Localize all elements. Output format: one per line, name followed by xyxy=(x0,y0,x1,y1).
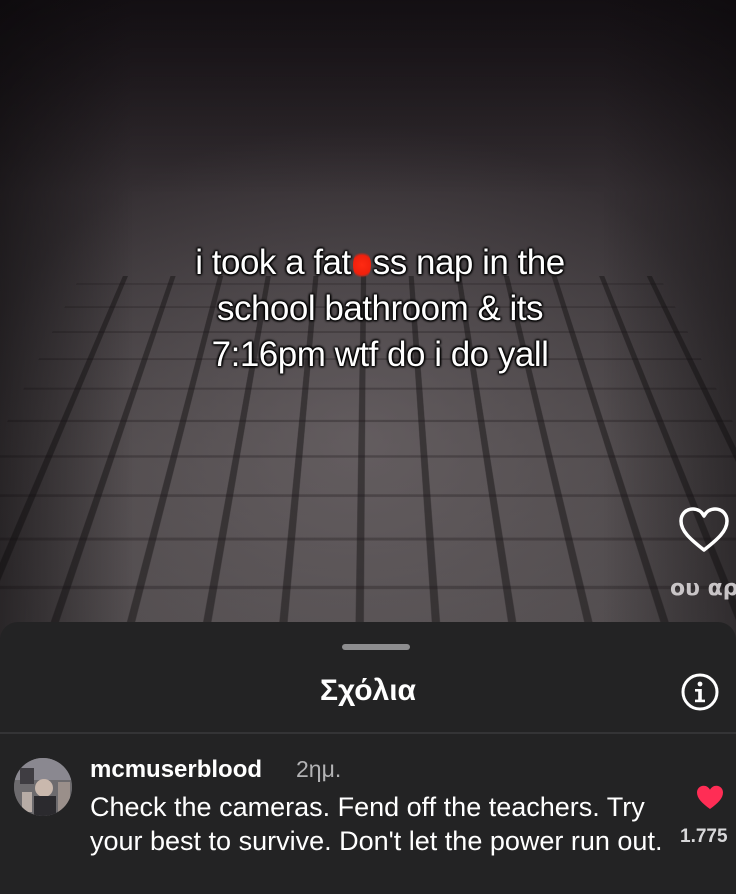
like-heart-icon[interactable] xyxy=(695,784,725,811)
comment-text: Check the cameras. Fend off the teachers… xyxy=(90,792,663,856)
caption-line-1: i took a fat ss nap in the xyxy=(120,240,640,286)
comments-title: Σχόλια xyxy=(320,674,416,707)
comment-item: mcmuserblood 2ημ. Check the cameras. Fen… xyxy=(0,750,736,894)
video-caption: i took a fat ss nap in the school bathroo… xyxy=(120,240,640,378)
avatar[interactable] xyxy=(14,758,72,816)
heart-outline-icon[interactable] xyxy=(678,506,730,554)
comments-sheet: Σχόλια mcmuserblood 2ημ. Check the camer… xyxy=(0,622,736,894)
like-count: 1.775 xyxy=(680,826,728,847)
caption-line-2: school bathroom & its xyxy=(216,289,544,328)
comment-username[interactable]: mcmuserblood xyxy=(90,756,262,784)
sheet-grabber-handle[interactable] xyxy=(342,644,410,650)
censor-dot xyxy=(352,250,371,280)
music-label[interactable]: ου αρ xyxy=(670,576,736,601)
caption-line-1-part-2: ss nap in the xyxy=(372,243,565,282)
avatar-image xyxy=(14,758,72,816)
video-background[interactable]: i took a fat ss nap in the school bathroo… xyxy=(0,0,736,640)
caption-line-3: 7:16pm wtf do i do yall xyxy=(211,335,549,374)
comment-timestamp: 2ημ. xyxy=(296,756,342,782)
sheet-divider xyxy=(0,732,736,734)
info-icon[interactable] xyxy=(680,672,720,712)
caption-line-1-part-1: i took a fat xyxy=(195,243,351,282)
